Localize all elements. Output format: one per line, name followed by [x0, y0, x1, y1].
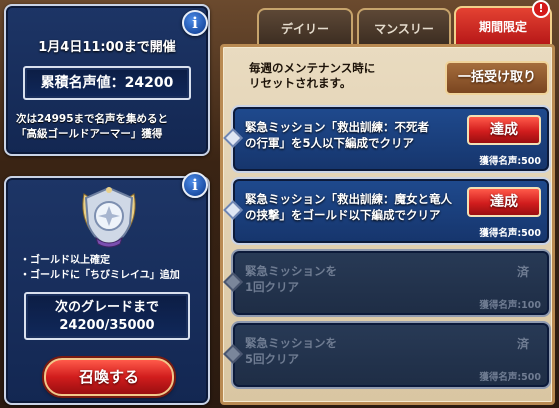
diamond-icon — [223, 272, 243, 292]
mission-title-line: の挟撃」をゴールド以下編成でクリア — [245, 208, 441, 222]
next-grade-box: 次のグレードまで 24200/35000 — [24, 292, 190, 340]
diamond-icon — [223, 200, 243, 220]
completed-label: 済 — [516, 337, 529, 351]
claim-all-button[interactable]: 一括受け取り — [445, 61, 549, 95]
completed-label: 済 — [516, 265, 529, 279]
bonus-item: ・ゴールドに「ちびミレイユ」追加 — [20, 270, 180, 281]
reset-notice-line: 毎週のメンテナンス時に — [249, 61, 376, 75]
event-info-panel: i 1月4日11:00まで開催 累積名声値：24200 次は24995まで名声を… — [4, 4, 210, 156]
info-icon[interactable]: i — [182, 10, 208, 36]
mission-title: 緊急ミッションを 1回クリア — [245, 263, 477, 295]
mission-title-line: 1回クリア — [245, 280, 300, 294]
mission-list-panel: 毎週のメンテナンス時に リセットされます。 一括受け取り 緊急ミッション「救出訓… — [220, 44, 555, 405]
event-deadline: 1月4日11:00まで開催 — [38, 40, 176, 55]
reset-notice: 毎週のメンテナンス時に リセットされます。 — [249, 61, 429, 91]
mission-item[interactable]: 緊急ミッション「救出訓練：不死者 の行軍」を5人以下編成でクリア 達成 獲得名声… — [223, 105, 551, 173]
mission-title-line: の行軍」を5人以下編成でクリア — [245, 136, 414, 150]
mission-item[interactable]: 緊急ミッション「救出訓練：魔女と竜人 の挟撃」をゴールド以下編成でクリア 達成 … — [223, 177, 551, 245]
mission-title: 緊急ミッション「救出訓練：不死者 の行軍」を5人以下編成でクリア — [245, 119, 477, 151]
mission-title-line: 緊急ミッションを — [245, 264, 337, 278]
alert-badge-icon: ! — [532, 0, 550, 18]
next-grade-label: 次のグレードまで — [54, 300, 159, 315]
mission-title: 緊急ミッション「救出訓練：魔女と竜人 の挟撃」をゴールド以下編成でクリア — [245, 191, 477, 223]
info-icon[interactable]: i — [182, 172, 208, 198]
tab-monthly[interactable]: マンスリー — [357, 8, 451, 44]
bonus-item: ・ゴールド以上確定 — [20, 255, 110, 266]
grade-bonus-list: ・ゴールド以上確定 ・ゴールドに「ちびミレイユ」追加 — [20, 253, 210, 283]
next-reward-line: 次は24995まで名声を集めると — [16, 113, 169, 125]
achieved-button[interactable]: 達成 — [467, 187, 541, 217]
mission-title-line: 5回クリア — [245, 352, 300, 366]
mission-item: 緊急ミッションを 5回クリア 済 獲得名声:500 — [223, 321, 551, 389]
grade-emblem-icon — [82, 186, 136, 248]
mission-item: 緊急ミッションを 1回クリア 済 獲得名声:100 — [223, 249, 551, 317]
reward-label: 獲得名声:500 — [479, 372, 541, 383]
tab-daily[interactable]: デイリー — [257, 8, 353, 44]
grade-panel: i ・ゴールド以上確定 ・ゴールドに「ちびミレイユ」追加 次のグレードまで 24… — [4, 172, 210, 405]
achieved-button[interactable]: 達成 — [467, 115, 541, 145]
reset-notice-line: リセットされます。 — [249, 76, 352, 90]
mission-title-line: 緊急ミッション「救出訓練：不死者 — [245, 120, 429, 134]
mission-title-line: 緊急ミッション「救出訓練：魔女と竜人 — [245, 192, 452, 206]
mission-title-line: 緊急ミッションを — [245, 336, 337, 350]
next-grade-progress: 24200/35000 — [59, 318, 155, 333]
reward-label: 獲得名声:100 — [479, 300, 541, 311]
summon-button[interactable]: 召喚する — [44, 358, 174, 396]
diamond-icon — [223, 128, 243, 148]
diamond-icon — [223, 344, 243, 364]
next-reward-note: 次は24995まで名声を集めると 「高級ゴールドアーマー」獲得 — [16, 112, 208, 142]
next-reward-item: 「高級ゴールドアーマー」獲得 — [16, 128, 163, 140]
mission-title: 緊急ミッションを 5回クリア — [245, 335, 477, 367]
fame-total-box: 累積名声値：24200 — [23, 66, 191, 100]
reward-label: 獲得名声:500 — [479, 228, 541, 239]
reward-label: 獲得名声:500 — [479, 156, 541, 167]
